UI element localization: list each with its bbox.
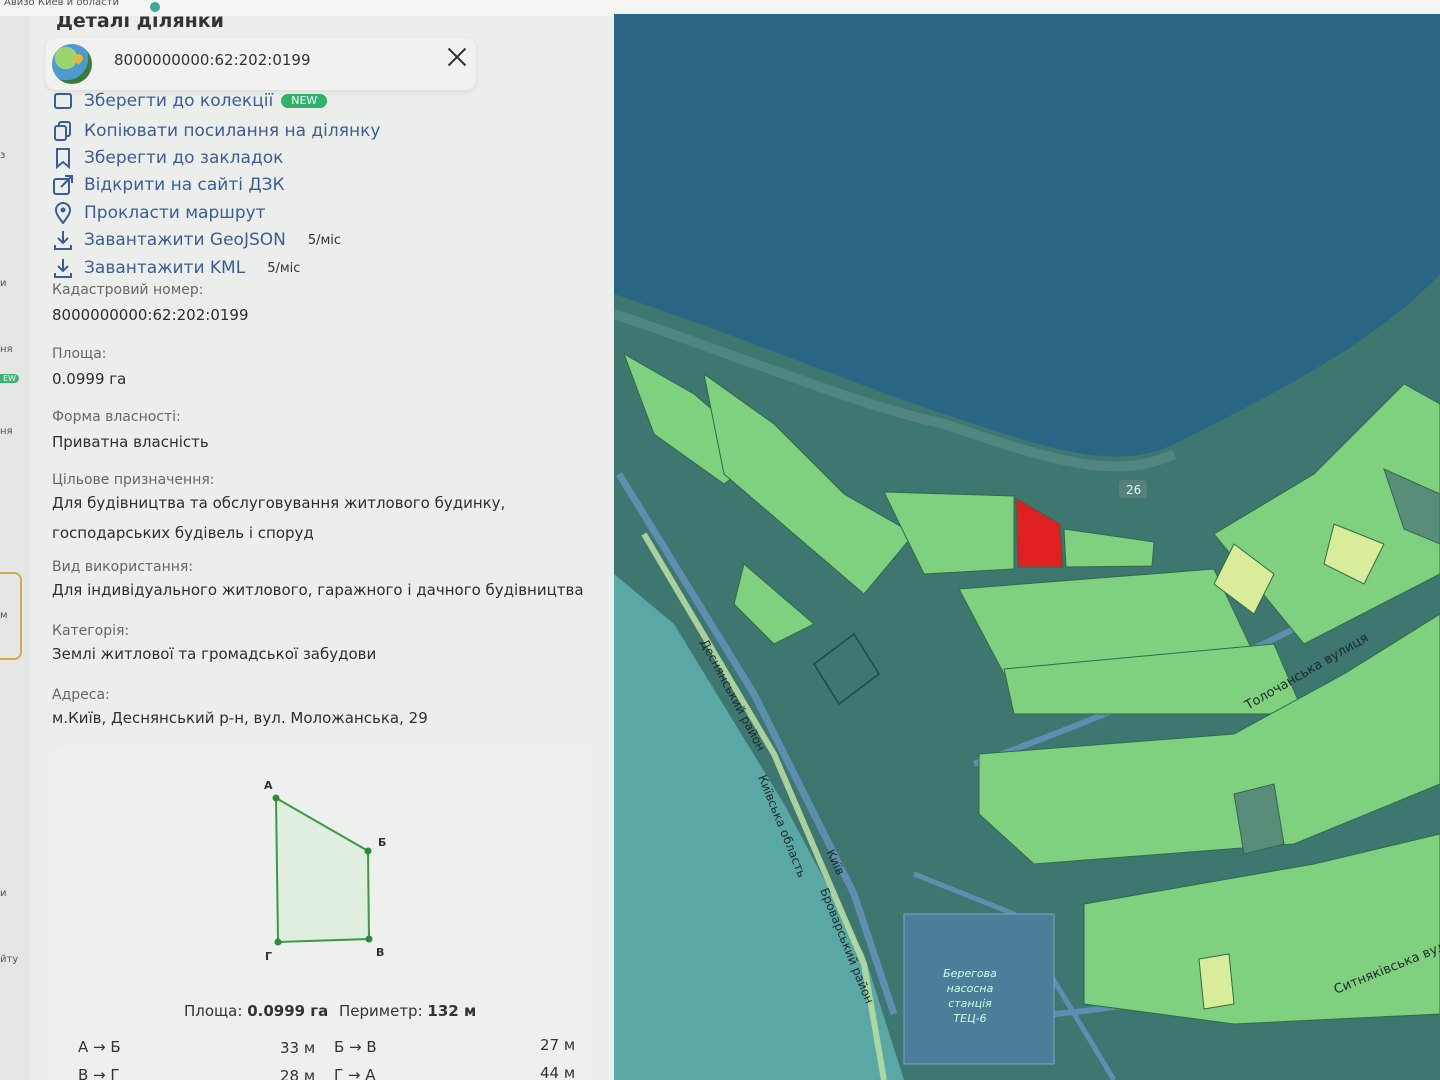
vertex-point [365,935,373,943]
download-kml-button[interactable]: Завантажити KML 5/міс [52,255,300,281]
vertex-label-c: В [376,946,384,959]
vertex-point [274,938,282,946]
new-badge: NEW [281,94,328,108]
open-dzk-button[interactable]: Відкрити на сайті ДЗК [52,172,285,198]
sidebar-strip-item[interactable]: м [0,610,8,621]
map-view[interactable]: 26 Деснянський район Київська область Ки… [614,14,1440,1080]
vertex-label-a: А [264,779,273,792]
segment-length: 33 м [280,1039,316,1057]
collection-icon [52,90,74,112]
sidebar-strip-item[interactable]: и [0,278,7,289]
parcel-shape-card: А Б В Г Площа: 0.0999 га Периметр: 132 м… [54,748,590,1080]
field-label: Адреса: [52,687,110,703]
field-purpose: Цільове призначення: Для будівництва та … [52,472,602,548]
field-value: Приватна власність [52,433,209,451]
area-label: Площа: [184,1002,243,1020]
segment-name: Б → В [334,1038,377,1056]
bookmark-icon [52,147,74,170]
panel-title: Деталі ділянки [56,16,224,32]
field-label: Цільове призначення: [52,472,215,488]
field-label: Площа: [52,346,107,362]
sidebar-strip-item[interactable]: и [0,888,7,899]
save-to-collection-button[interactable]: Зберегти до колекції NEW [52,88,328,114]
sidebar-strip-badge: EW [0,374,19,383]
road-badge-text: 26 [1126,483,1141,497]
external-link-icon [52,174,74,196]
field-label: Кадастровий номер: [52,282,204,298]
field-usage: Вид використання: Для індивідуального жи… [52,559,584,605]
quota-text: 5/міс [267,260,301,276]
vertex-label-b: Б [378,836,386,849]
segment-length: 27 м [540,1036,576,1054]
action-label: Зберегти до закладок [84,148,284,168]
vertex-point [364,847,372,855]
field-ownership: Форма власності: Приватна власність [52,409,209,457]
parcel-shape-diagram: А Б В Г [264,779,386,963]
location-pin-icon [52,202,74,225]
bookmark-button[interactable]: Зберегти до закладок [52,145,283,171]
station-label-1: Берегова [943,967,997,980]
close-icon[interactable] [444,44,470,70]
shape-area: Площа: 0.0999 га [184,1002,328,1020]
segment-length: 44 м [540,1064,576,1080]
globe-logo-icon [52,44,92,84]
field-address: Адреса: м.Київ, Деснянський р-н, вул. Мо… [52,687,428,733]
map-canvas[interactable]: 26 Деснянський район Київська область Ки… [614,14,1440,1080]
segment-name: А → Б [78,1038,121,1056]
perimeter-value: 132 м [427,1002,477,1020]
action-label: Завантажити KML [84,258,246,278]
field-value[interactable]: 8000000000:62:202:0199 [52,300,249,330]
field-value: 0.0999 га [52,370,127,388]
sidebar-strip-item[interactable]: йту [0,954,18,965]
download-icon [52,229,74,251]
field-category: Категорія: Землі житлової та громадської… [52,623,376,669]
header-cadastral-number: 8000000000:62:202:0199 [114,51,311,69]
field-area: Площа: 0.0999 га [52,346,126,394]
download-geojson-button[interactable]: Завантажити GeoJSON 5/міс [52,227,341,253]
action-label: Прокласти маршрут [84,203,266,223]
segment-name: Г → А [334,1066,376,1080]
tab-favicon-icon [150,2,160,12]
parcel-details-panel: Деталі ділянки Зберегти до колекції NEW … [30,16,620,1080]
station-label-2: насосна [947,982,994,995]
sidebar-strip-item[interactable]: ня [0,344,13,355]
download-icon [52,257,74,279]
sidebar-strip-item[interactable]: ня [0,426,13,437]
route-button[interactable]: Прокласти маршрут [52,200,266,226]
station-label-3: станція [948,997,992,1010]
area-value: 0.0999 га [247,1002,329,1020]
shape-perimeter: Периметр: 132 м [339,1002,476,1020]
left-sidebar-strip: з и ня EW ня м и йту [0,16,30,1080]
segment-length: 28 м [280,1067,316,1080]
browser-tab-title[interactable]: Авизо Киев и области [4,0,119,8]
field-cadastral-number: Кадастровий номер: 8000000000:62:202:019… [52,282,249,330]
sidebar-strip-item[interactable]: з [0,150,5,161]
field-value: м.Київ, Деснянський р-н, вул. Моложанськ… [52,709,428,727]
field-value: Для індивідуального житлового, гаражного… [52,581,584,599]
action-label: Копіювати посилання на ділянку [84,121,381,141]
station-label-4: ТЕЦ-6 [953,1012,986,1025]
vertex-point [272,794,280,802]
action-label: Відкрити на сайті ДЗК [84,175,285,195]
field-value: Землі житлової та громадської забудови [52,645,377,663]
perimeter-label: Периметр: [339,1002,423,1020]
segment-name: В → Г [78,1066,120,1080]
copy-link-button[interactable]: Копіювати посилання на ділянку [52,118,380,144]
copy-link-icon [52,120,74,142]
field-label: Категорія: [52,623,130,639]
quota-text: 5/міс [307,232,342,248]
field-value: Для будівництва та обслуговування житлов… [52,494,506,542]
parcel-polygon [274,796,371,944]
parcel-header: 8000000000:62:202:0199 [46,38,476,90]
action-label: Зберегти до колекції [84,91,274,111]
action-label: Завантажити GeoJSON [84,230,286,250]
vertex-label-d: Г [265,950,272,963]
field-label: Вид використання: [52,559,194,575]
field-label: Форма власності: [52,409,181,425]
